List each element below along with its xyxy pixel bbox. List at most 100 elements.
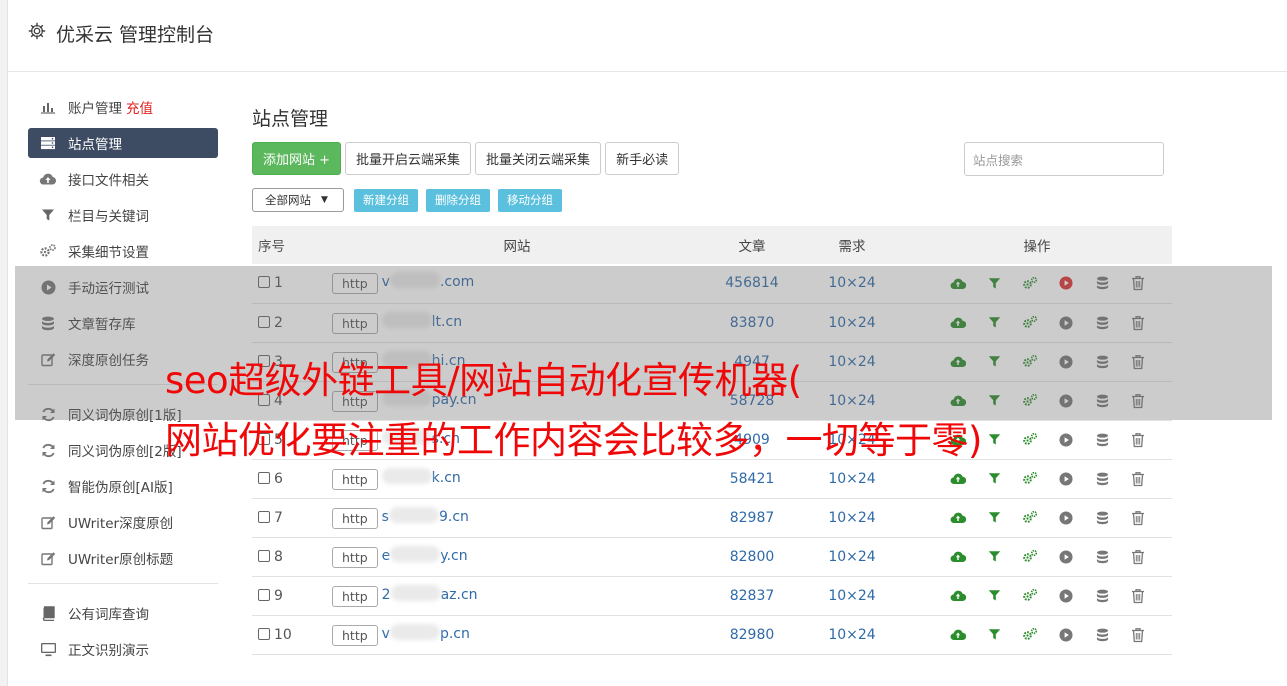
trash-icon[interactable] (1130, 510, 1146, 526)
filter-icon[interactable] (986, 471, 1002, 487)
row-checkbox[interactable] (258, 471, 270, 484)
row-site-cell: http k.cn (332, 459, 702, 498)
trash-icon[interactable] (1130, 471, 1146, 487)
recharge-link[interactable]: 充值 (126, 97, 153, 117)
row-index: 10 (274, 626, 292, 643)
http-protocol-badge[interactable]: http (332, 546, 378, 568)
filter-icon[interactable] (986, 627, 1002, 643)
settings-icon[interactable] (1022, 510, 1038, 526)
row-need[interactable]: 10×24 (802, 537, 902, 576)
database-icon[interactable] (1094, 627, 1110, 643)
row-article-count[interactable]: 58421 (702, 459, 802, 498)
group-filter-bar: 全部网站 ▼ 新建分组 删除分组 移动分组 (252, 188, 562, 212)
row-checkbox[interactable] (258, 627, 270, 640)
play-circle-icon[interactable] (1058, 432, 1074, 448)
sidebar-item-items-2[interactable]: 接口文件相关 (28, 164, 218, 194)
sidebar-item-items2-2[interactable]: 智能伪原创[AI版] (28, 471, 218, 501)
book-icon (39, 605, 57, 621)
gear-icon (28, 22, 46, 40)
group-select[interactable]: 全部网站 ▼ (252, 188, 344, 212)
play-circle-icon[interactable] (1058, 549, 1074, 565)
sidebar-item-label: 智能伪原创[AI版] (68, 480, 173, 496)
row-need[interactable]: 10×24 (802, 459, 902, 498)
sidebar-item-items3-1[interactable]: 正文识别演示 (28, 634, 218, 664)
row-checkbox[interactable] (258, 588, 270, 601)
trash-icon[interactable] (1130, 588, 1146, 604)
site-search-input[interactable]: 站点搜索 (964, 142, 1164, 176)
play-circle-icon[interactable] (1058, 588, 1074, 604)
batch-enable-cloud-button[interactable]: 批量开启云端采集 (345, 142, 472, 175)
settings-icon[interactable] (1022, 627, 1038, 643)
settings-icon[interactable] (1022, 432, 1038, 448)
filter-icon[interactable] (986, 432, 1002, 448)
row-need[interactable]: 10×24 (802, 615, 902, 654)
refresh-icon (39, 442, 57, 458)
move-group-button[interactable]: 移动分组 (498, 188, 562, 212)
filter-icon[interactable] (986, 510, 1002, 526)
http-protocol-badge[interactable]: http (332, 507, 378, 529)
row-checkbox[interactable] (258, 510, 270, 523)
settings-icon[interactable] (1022, 471, 1038, 487)
chevron-down-icon: ▼ (321, 195, 328, 205)
sidebar-item-items-3[interactable]: 栏目与关键词 (28, 200, 218, 230)
sidebar-item-items-1[interactable]: 站点管理 (28, 128, 218, 158)
row-ops-cell (902, 615, 1172, 654)
sidebar-item-items2-3[interactable]: UWriter深度原创 (28, 507, 218, 537)
row-article-count[interactable]: 82987 (702, 498, 802, 537)
cloud-upload-icon[interactable] (950, 588, 966, 604)
cloud-upload-icon[interactable] (950, 471, 966, 487)
batch-disable-cloud-button[interactable]: 批量关闭云端采集 (475, 142, 602, 175)
new-group-button[interactable]: 新建分组 (354, 188, 418, 212)
database-icon[interactable] (1094, 471, 1110, 487)
database-icon[interactable] (1094, 549, 1110, 565)
filter-icon[interactable] (986, 588, 1002, 604)
blurred-domain (381, 467, 432, 484)
group-select-value: 全部网站 (265, 193, 311, 207)
row-need[interactable]: 10×24 (802, 498, 902, 537)
database-icon[interactable] (1094, 588, 1110, 604)
cloud-upload-icon[interactable] (950, 627, 966, 643)
sidebar-item-items3-0[interactable]: 公有词库查询 (28, 598, 218, 628)
add-site-button[interactable]: 添加网站 + (252, 142, 342, 175)
row-checkbox[interactable] (258, 549, 270, 562)
cloud-upload-icon[interactable] (950, 549, 966, 565)
row-article-count[interactable]: 82837 (702, 576, 802, 615)
row-index: 6 (274, 470, 283, 487)
monitor-icon (39, 641, 57, 657)
trash-icon[interactable] (1130, 627, 1146, 643)
site-domain-prefix: 2 (381, 586, 391, 603)
beginner-guide-button[interactable]: 新手必读 (605, 142, 680, 175)
trash-icon[interactable] (1130, 549, 1146, 565)
http-protocol-badge[interactable]: http (332, 624, 378, 646)
sidebar-item-items-0[interactable]: 账户管理 充值 (28, 92, 218, 122)
row-index-cell: 8 (252, 537, 332, 576)
cloud-upload-icon[interactable] (950, 510, 966, 526)
filter-icon[interactable] (986, 549, 1002, 565)
play-circle-icon[interactable] (1058, 510, 1074, 526)
play-circle-icon[interactable] (1058, 627, 1074, 643)
delete-group-button[interactable]: 删除分组 (426, 188, 490, 212)
filter-icon (39, 207, 57, 223)
database-icon[interactable] (1094, 432, 1110, 448)
row-article-count[interactable]: 82980 (702, 615, 802, 654)
settings-icon[interactable] (1022, 588, 1038, 604)
app-title: 优采云 管理控制台 (56, 24, 215, 46)
sidebar-item-label: 账户管理 (68, 101, 122, 117)
col-header-articles: 文章 (738, 239, 766, 255)
sidebar-item-items-4[interactable]: 采集细节设置 (28, 236, 218, 266)
site-domain-suffix: y.cn (440, 547, 468, 564)
row-article-count[interactable]: 82800 (702, 537, 802, 576)
sidebar-item-items2-4[interactable]: UWriter原创标题 (28, 543, 218, 573)
sidebar-divider (28, 583, 218, 584)
http-protocol-badge[interactable]: http (332, 468, 378, 490)
server-list-icon (39, 135, 57, 151)
row-actions (950, 588, 1172, 604)
row-index-cell: 10 (252, 615, 332, 654)
play-circle-icon[interactable] (1058, 471, 1074, 487)
settings-icon[interactable] (1022, 549, 1038, 565)
http-protocol-badge[interactable]: http (332, 585, 378, 607)
row-site-cell: http v p.cn (332, 615, 702, 654)
database-icon[interactable] (1094, 510, 1110, 526)
trash-icon[interactable] (1130, 432, 1146, 448)
row-need[interactable]: 10×24 (802, 576, 902, 615)
